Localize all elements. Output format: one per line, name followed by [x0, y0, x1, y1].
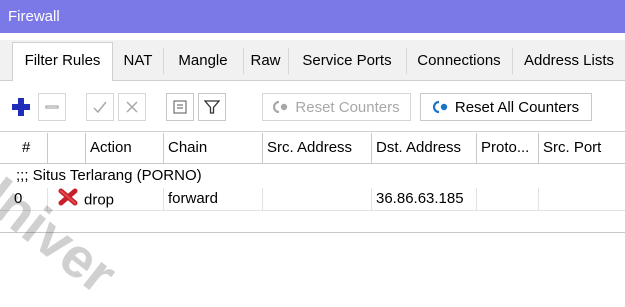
- tab-raw[interactable]: Raw: [244, 43, 287, 79]
- column-header-dst-address[interactable]: Dst. Address: [372, 133, 477, 163]
- tab-filter-rules[interactable]: Filter Rules: [12, 42, 113, 81]
- tab-bar: Filter Rules NAT Mangle Raw Service Port…: [0, 40, 625, 81]
- check-icon: [93, 101, 107, 114]
- row-protocol: [477, 188, 539, 210]
- column-header-action[interactable]: Action: [86, 133, 164, 163]
- column-header-src-port[interactable]: Src. Port: [539, 133, 625, 163]
- column-header-chain[interactable]: Chain: [164, 133, 263, 163]
- reset-counters-label: Reset Counters: [295, 98, 400, 116]
- row-src-address: [263, 188, 372, 210]
- minus-icon: [45, 105, 59, 109]
- tab-address-lists[interactable]: Address Lists: [513, 43, 625, 79]
- row-src-port: [539, 188, 625, 210]
- plus-icon: [12, 98, 30, 116]
- enable-button[interactable]: [86, 93, 114, 121]
- filter-icon: [204, 100, 220, 114]
- column-header-src-address[interactable]: Src. Address: [263, 133, 372, 163]
- reset-all-counters-button[interactable]: Reset All Counters: [420, 93, 592, 121]
- column-header-number[interactable]: #: [0, 133, 48, 163]
- tab-connections[interactable]: Connections: [407, 43, 511, 79]
- tab-nat[interactable]: NAT: [114, 43, 162, 79]
- window-title: Firewall: [0, 0, 625, 33]
- row-action-label: drop: [84, 191, 115, 209]
- column-header-protocol[interactable]: Proto...: [477, 133, 539, 163]
- note-icon: [173, 100, 187, 114]
- disable-button[interactable]: [118, 93, 146, 121]
- reset-all-counters-label: Reset All Counters: [454, 98, 580, 116]
- cross-icon: [126, 101, 138, 113]
- reset-all-icon: [432, 100, 448, 114]
- reset-counters-button[interactable]: Reset Counters: [262, 93, 411, 121]
- header-divider: [0, 163, 625, 164]
- toolbar: Reset Counters Reset All Counters: [0, 80, 625, 132]
- table-row[interactable]: 0 drop forward 36.86.63.185: [0, 188, 625, 210]
- row-number: 0: [0, 188, 48, 210]
- table-bottom-divider: [0, 232, 625, 233]
- comment-button[interactable]: [166, 93, 194, 121]
- row-dst-address: 36.86.63.185: [372, 188, 477, 210]
- tab-mangle[interactable]: Mangle: [164, 43, 242, 79]
- column-header-blank[interactable]: [48, 133, 86, 163]
- row-chain: forward: [164, 188, 263, 210]
- row-divider: [0, 210, 625, 211]
- filter-button[interactable]: [198, 93, 226, 121]
- row-action: drop: [48, 188, 164, 210]
- add-button[interactable]: [8, 93, 34, 121]
- rule-comment[interactable]: ;;; Situs Terlarang (PORNO): [0, 165, 625, 187]
- tab-service-ports[interactable]: Service Ports: [289, 43, 405, 79]
- reset-icon: [273, 100, 288, 114]
- remove-button[interactable]: [38, 93, 66, 121]
